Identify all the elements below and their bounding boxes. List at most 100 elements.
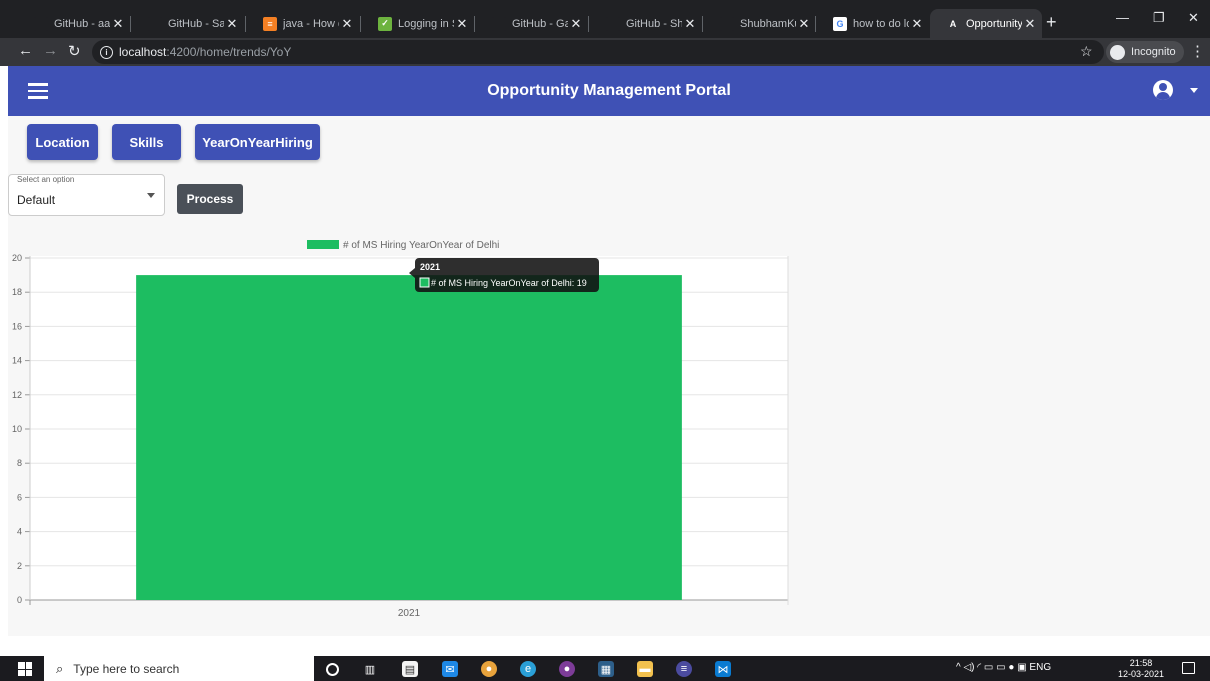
close-tab-icon[interactable]: ✕ xyxy=(110,16,126,32)
hiring-bar-chart: 0 2 4 6 8 10 12 14 16 18 20 2021 # of MS Hiring Year… xyxy=(12,240,789,619)
taskbar-search-placeholder: Type here to search xyxy=(73,661,180,676)
browser-tab[interactable]: GitHub - aagar✕ xyxy=(18,9,130,38)
browser-tab-title: ShubhamKuma xyxy=(740,17,796,30)
browser-toolbar: ← → ↻ i localhost:4200/home/trends/YoY ☆… xyxy=(0,38,1210,66)
close-window-icon[interactable]: ✕ xyxy=(1188,10,1199,26)
tray-language: ENG xyxy=(1029,662,1052,673)
app-icon[interactable]: ● xyxy=(559,661,575,677)
browser-tab[interactable]: GitHub - Gaura✕ xyxy=(476,9,588,38)
url-host: localhost xyxy=(119,45,167,59)
tab-separator xyxy=(588,16,589,32)
browser-tab-title: how to do logg xyxy=(853,17,909,30)
browser-tab[interactable]: Ghow to do logg✕ xyxy=(817,9,929,38)
y-tick-label: 14 xyxy=(12,356,22,366)
stackoverflow-icon: ≡ xyxy=(263,16,277,31)
notifications-icon[interactable] xyxy=(1182,662,1195,674)
close-tab-icon[interactable]: ✕ xyxy=(682,16,698,32)
close-tab-icon[interactable]: ✕ xyxy=(339,16,355,32)
github-icon xyxy=(606,16,620,31)
y-tick-label: 2 xyxy=(17,561,22,571)
windows-taskbar: ⌕ Type here to search ▥ ▤ ✉ ● e ● ▦ ▬ ≡ … xyxy=(0,656,1210,681)
clock-time: 21:58 xyxy=(1129,658,1153,668)
tab-separator xyxy=(360,16,361,32)
tab-separator xyxy=(474,16,475,32)
clock[interactable]: 21:58 12-03-2021 xyxy=(1118,658,1164,680)
tooltip-swatch xyxy=(419,277,430,288)
address-bar[interactable]: i localhost:4200/home/trends/YoY xyxy=(92,40,1104,64)
cortana-icon[interactable] xyxy=(326,663,339,676)
browser-tab[interactable]: ≡ java - How do✕ xyxy=(247,9,359,38)
windows-start-icon[interactable] xyxy=(18,662,32,676)
browser-tab-title: java - How do xyxy=(283,17,339,30)
browser-menu-icon[interactable]: ⋮ xyxy=(1190,42,1205,60)
account-caret-icon[interactable] xyxy=(1190,88,1198,93)
browser-tabstrip: GitHub - aagar✕GitHub - Sanya✕≡java - Ho… xyxy=(0,0,1210,38)
legend-label: # of MS Hiring YearOnYear of Delhi xyxy=(343,240,499,251)
taskbar-search[interactable]: ⌕ Type here to search xyxy=(44,656,314,681)
incognito-icon xyxy=(1110,44,1125,60)
tooltip-title: 2021 xyxy=(420,262,440,272)
screen: GitHub - aagar✕GitHub - Sanya✕≡java - Ho… xyxy=(0,0,1210,681)
account-icon[interactable] xyxy=(1153,80,1173,100)
bookmark-star-icon[interactable]: ☆ xyxy=(1080,43,1093,60)
y-tick-label: 8 xyxy=(17,458,22,468)
close-tab-icon[interactable]: ✕ xyxy=(568,16,584,32)
url-path: :4200/home/trends/YoY xyxy=(166,45,292,59)
back-icon[interactable]: ← xyxy=(18,42,33,59)
y-tick-label: 12 xyxy=(12,390,22,400)
edge-icon[interactable]: e xyxy=(520,661,536,677)
browser-tab[interactable]: ShubhamKuma✕ xyxy=(704,9,816,38)
tab-separator xyxy=(245,16,246,32)
angular-icon: A xyxy=(946,16,960,31)
browser-tab-title: Logging in Spr xyxy=(398,17,454,30)
search-icon: ⌕ xyxy=(56,660,64,676)
chrome-icon[interactable]: ● xyxy=(481,661,497,677)
y-tick-label: 20 xyxy=(12,253,22,263)
close-tab-icon[interactable]: ✕ xyxy=(796,16,812,32)
y-tick-label: 0 xyxy=(17,595,22,605)
incognito-badge[interactable]: Incognito xyxy=(1106,41,1184,63)
browser-tab[interactable]: GitHub - Sanya✕ xyxy=(132,9,244,38)
main-content: Location Skills YearOnYearHiring Select … xyxy=(8,116,1210,636)
bar xyxy=(136,275,682,600)
mail-icon[interactable]: ✉ xyxy=(442,661,458,677)
browser-tab-title: GitHub - Sanya xyxy=(168,17,224,30)
reload-icon[interactable]: ↻ xyxy=(68,42,81,60)
app-header: Opportunity Management Portal xyxy=(8,66,1210,116)
forward-icon[interactable]: → xyxy=(43,42,58,59)
close-tab-icon[interactable]: ✕ xyxy=(909,16,925,32)
vscode-icon[interactable]: ⋈ xyxy=(715,661,731,677)
browser-tab[interactable]: GitHub - Shubh✕ xyxy=(590,9,702,38)
tooltip-label: # of MS Hiring YearOnYear of Delhi: 19 xyxy=(431,278,587,288)
close-tab-icon[interactable]: ✕ xyxy=(224,16,240,32)
task-view-icon[interactable]: ▥ xyxy=(362,661,378,677)
system-tray[interactable]: ^ ◁) ◜ ▭ ▭ ● ▣ ENG xyxy=(956,662,1051,673)
close-tab-icon[interactable]: ✕ xyxy=(454,16,470,32)
github-icon xyxy=(148,16,162,31)
browser-tab[interactable]: ✓ Logging in Spr✕ xyxy=(362,9,474,38)
browser-tab-title: GitHub - Shubh xyxy=(626,17,682,30)
y-tick-label: 16 xyxy=(12,321,22,331)
clock-date: 12-03-2021 xyxy=(1118,669,1165,679)
site-info-icon[interactable]: i xyxy=(100,45,113,59)
y-tick-label: 6 xyxy=(17,492,22,502)
spring-icon: ✓ xyxy=(378,16,392,31)
y-tick-label: 4 xyxy=(17,527,22,537)
new-tab-button[interactable]: + xyxy=(1046,12,1057,33)
close-tab-icon[interactable]: ✕ xyxy=(1022,16,1038,32)
minimize-icon[interactable]: — xyxy=(1116,10,1129,25)
github-icon xyxy=(492,16,506,31)
store-icon[interactable]: ▤ xyxy=(402,661,418,677)
github-icon xyxy=(34,16,48,31)
browser-tab-title: GitHub - Gaura xyxy=(512,17,568,30)
eclipse-icon[interactable]: ≡ xyxy=(676,661,692,677)
y-tick-label: 18 xyxy=(12,287,22,297)
tab-separator xyxy=(130,16,131,32)
file-explorer-icon[interactable]: ▬ xyxy=(637,661,653,677)
google-icon: G xyxy=(833,16,847,31)
browser-tab[interactable]: A OpportunityMa✕ xyxy=(930,9,1042,38)
terminal-icon[interactable]: ▦ xyxy=(598,661,614,677)
browser-tab-title: OpportunityMa xyxy=(966,17,1022,30)
x-tick-label: 2021 xyxy=(398,608,421,619)
restore-icon[interactable]: ❐ xyxy=(1153,10,1165,26)
